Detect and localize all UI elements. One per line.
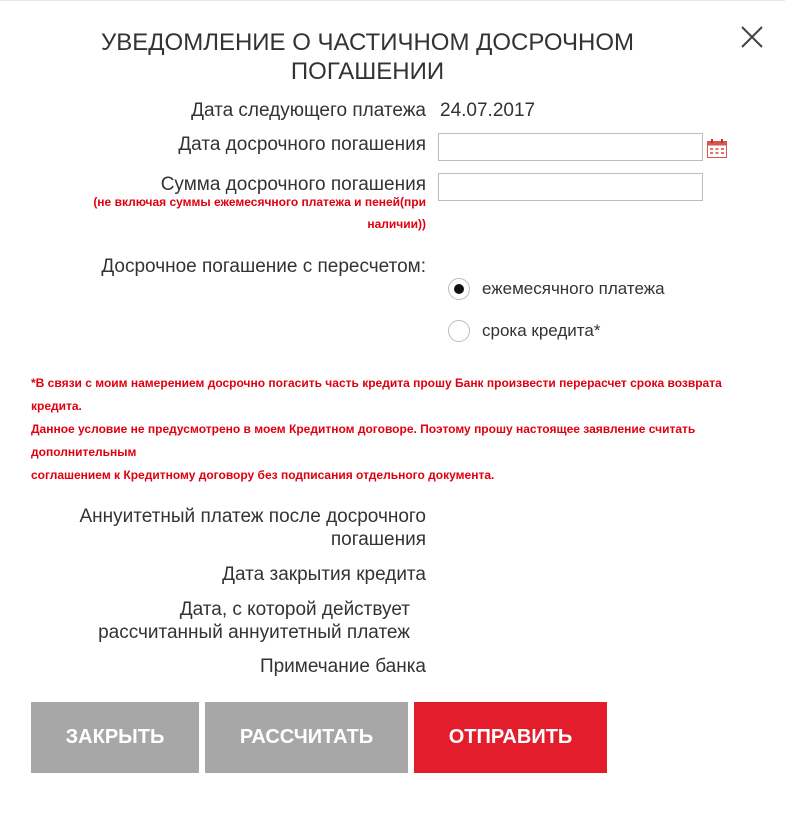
calendar-icon[interactable] — [707, 139, 727, 158]
radio-loan-term[interactable]: срока кредита* — [448, 320, 600, 342]
close-icon[interactable] — [739, 24, 765, 50]
early-date-input[interactable] — [438, 133, 703, 161]
dialog-title-line1: УВЕДОМЛЕНИЕ О ЧАСТИЧНОМ ДОСРОЧНОМ — [101, 29, 634, 56]
disclaimer-line: дополнительным — [31, 445, 137, 459]
annuity-after-label-line2: погашения — [330, 529, 426, 550]
annuity-after-label: Аннуитетный платеж после досрочного пога… — [40, 505, 427, 551]
annuity-after-label-line1: Аннуитетный платеж после досрочного — [79, 506, 427, 527]
bank-note-label: Примечание банка — [259, 656, 426, 677]
send-button[interactable]: ОТПРАВИТЬ — [414, 702, 607, 773]
early-sum-note-line1: (не включая суммы ежемесячного платежа и… — [93, 195, 426, 209]
calculate-button[interactable]: РАССЧИТАТЬ — [205, 702, 408, 773]
dialog-title-line2: ПОГАШЕНИИ — [290, 58, 445, 85]
effective-date-label-line2: рассчитанный аннуитетный платеж — [98, 622, 410, 643]
radio-button[interactable] — [448, 320, 470, 342]
radio-loan-term-label: срока кредита* — [482, 321, 601, 340]
disclaimer-line: кредита. — [31, 399, 82, 413]
recalc-label: Досрочное погашение с пересчетом: — [101, 256, 426, 277]
top-divider — [0, 0, 785, 1]
effective-date-label: Дата, с которой действует рассчитанный а… — [40, 598, 410, 644]
next-payment-value: 24.07.2017 — [440, 100, 536, 121]
close-date-label: Дата закрытия кредита — [222, 564, 426, 585]
early-sum-note-line2: наличии)) — [367, 217, 426, 231]
radio-monthly-payment-label: ежемесячного платежа — [482, 279, 665, 298]
close-button[interactable]: ЗАКРЫТЬ — [31, 702, 199, 773]
disclaimer-line: Данное условие не предусмотрено в моем К… — [31, 422, 696, 436]
next-payment-label: Дата следующего платежа — [191, 100, 426, 121]
disclaimer-line: соглашением к Кредитному договору без по… — [31, 468, 495, 482]
early-sum-note: (не включая суммы ежемесячного платежа и… — [40, 191, 426, 235]
effective-date-label-line1: Дата, с которой действует — [179, 599, 410, 620]
radio-button[interactable] — [448, 278, 470, 300]
early-sum-input[interactable] — [438, 173, 703, 201]
disclaimer-line: *В связи с моим намерением досрочно пога… — [31, 376, 722, 390]
early-date-label: Дата досрочного погашения — [178, 134, 426, 155]
disclaimer-text: *В связи с моим намерением досрочно пога… — [31, 372, 761, 487]
dialog-title: УВЕДОМЛЕНИЕ О ЧАСТИЧНОМ ДОСРОЧНОМ ПОГАШЕ… — [60, 28, 675, 86]
radio-selected-dot — [454, 284, 464, 294]
radio-monthly-payment[interactable]: ежемесячного платежа — [448, 278, 665, 300]
